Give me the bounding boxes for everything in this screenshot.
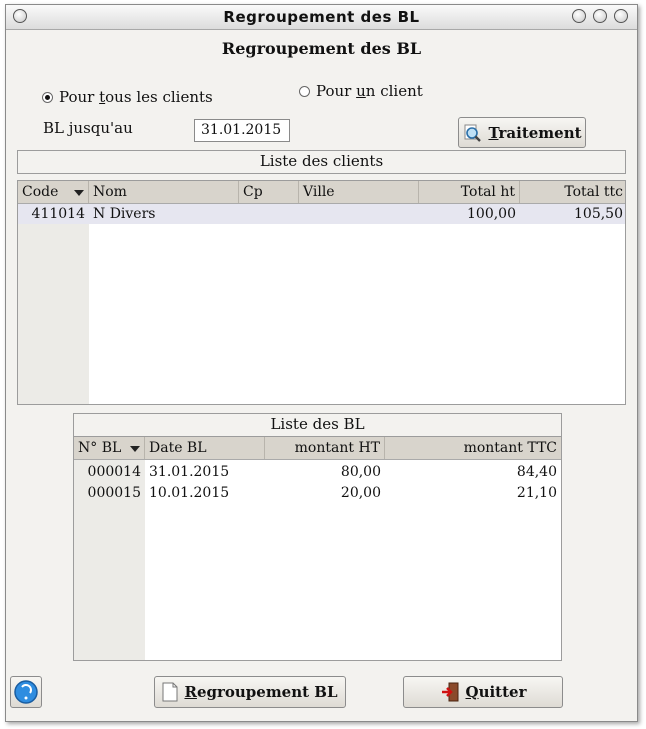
maximize-icon[interactable] bbox=[593, 9, 607, 23]
magnifier-icon bbox=[464, 124, 482, 142]
bl-number: 000015 bbox=[87, 485, 141, 501]
col-code[interactable]: Code bbox=[18, 181, 89, 203]
bl-number: 000014 bbox=[87, 464, 141, 480]
col-montant-ttc[interactable]: montant TTC bbox=[385, 437, 561, 459]
minimize-icon[interactable] bbox=[572, 9, 586, 23]
radio-all-clients[interactable]: Pour tous les clients bbox=[42, 88, 213, 106]
bl-montant-ttc: 84,40 bbox=[516, 464, 557, 480]
col-num-bl[interactable]: N° BL bbox=[74, 437, 145, 459]
regroupement-bl-label: Regroupement BL bbox=[184, 683, 338, 701]
client-nom: N Divers bbox=[93, 206, 156, 222]
quitter-label: Quitter bbox=[465, 683, 527, 701]
clients-table: Code Nom Cp Ville Total ht Total ttc 411… bbox=[17, 180, 626, 405]
table-row[interactable]: 411014 N Divers 100,00 105,50 bbox=[18, 204, 625, 224]
client-cp bbox=[239, 204, 299, 224]
main-window: Regroupement des BL Regroupement des BL … bbox=[5, 4, 638, 722]
help-globe-icon bbox=[14, 680, 38, 704]
bl-until-date-input[interactable]: 31.01.2015 bbox=[194, 119, 290, 142]
client-code: 411014 bbox=[31, 206, 85, 222]
page-title: Regroupement des BL bbox=[221, 39, 422, 58]
col-date-bl[interactable]: Date BL bbox=[145, 437, 265, 459]
client-total-ht: 100,00 bbox=[467, 206, 516, 222]
radio-one-client-dot[interactable] bbox=[299, 85, 310, 97]
bl-montant-ht: 80,00 bbox=[340, 464, 381, 480]
document-icon bbox=[162, 682, 178, 702]
clients-list-title: Liste des clients bbox=[17, 150, 626, 174]
table-row[interactable]: 000014 31.01.2015 80,00 84,40 bbox=[74, 462, 561, 482]
bl-date: 31.01.2015 bbox=[149, 464, 230, 480]
bl-table: N° BL Date BL montant HT montant TTC 000… bbox=[73, 436, 562, 661]
bl-table-header: N° BL Date BL montant HT montant TTC bbox=[74, 437, 561, 460]
bl-date: 10.01.2015 bbox=[149, 485, 230, 501]
bl-montant-ht: 20,00 bbox=[340, 485, 381, 501]
close-icon[interactable] bbox=[614, 9, 628, 23]
bl-until-label: BL jusqu'au bbox=[43, 119, 133, 137]
sort-down-icon[interactable] bbox=[74, 190, 84, 196]
col-total-ttc[interactable]: Total ttc bbox=[520, 181, 625, 203]
traitement-label: Traitement bbox=[488, 123, 582, 142]
quitter-button[interactable]: Quitter bbox=[403, 676, 563, 708]
client-ville bbox=[299, 204, 419, 224]
title-bar[interactable]: Regroupement des BL bbox=[6, 5, 637, 30]
clients-code-column-bg bbox=[18, 204, 89, 404]
bl-montant-ttc: 21,10 bbox=[516, 485, 557, 501]
col-nom[interactable]: Nom bbox=[89, 181, 239, 203]
radio-one-client[interactable]: Pour un client bbox=[299, 82, 423, 100]
bl-list-title: Liste des BL bbox=[73, 413, 562, 437]
table-row[interactable]: 000015 10.01.2015 20,00 21,10 bbox=[74, 483, 561, 503]
sort-down-icon[interactable] bbox=[130, 446, 140, 452]
col-ville[interactable]: Ville bbox=[299, 181, 419, 203]
exit-door-icon bbox=[441, 682, 458, 702]
radio-all-clients-label: Pour tous les clients bbox=[59, 88, 213, 106]
help-button[interactable] bbox=[10, 676, 42, 708]
traitement-button[interactable]: Traitement bbox=[458, 117, 586, 148]
col-montant-ht[interactable]: montant HT bbox=[265, 437, 385, 459]
col-cp[interactable]: Cp bbox=[239, 181, 299, 203]
radio-all-clients-dot[interactable] bbox=[42, 91, 53, 103]
window-title: Regroupement des BL bbox=[223, 8, 420, 26]
client-total-ttc: 105,50 bbox=[574, 206, 623, 222]
col-total-ht[interactable]: Total ht bbox=[419, 181, 520, 203]
regroupement-bl-button[interactable]: Regroupement BL bbox=[154, 676, 346, 708]
clients-table-header: Code Nom Cp Ville Total ht Total ttc bbox=[18, 181, 625, 204]
radio-one-client-label: Pour un client bbox=[316, 82, 423, 100]
